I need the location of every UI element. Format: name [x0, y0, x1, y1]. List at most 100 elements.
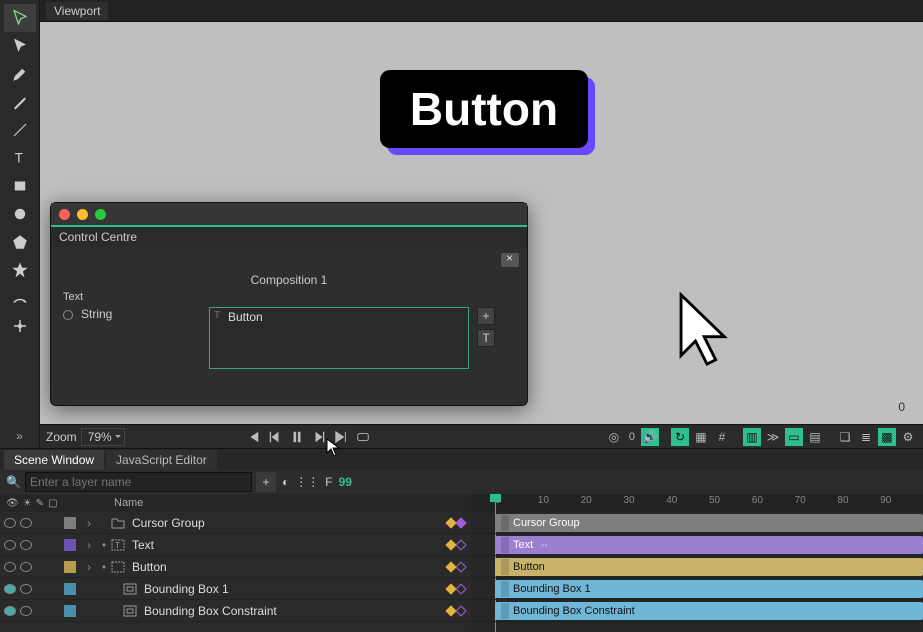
timeline-track[interactable]: Cursor Group	[471, 512, 923, 534]
visibility-toggle[interactable]	[4, 562, 16, 572]
string-input[interactable]: T Button	[209, 307, 469, 369]
color-swatch[interactable]	[64, 517, 76, 529]
text-tool[interactable]: T	[4, 144, 36, 172]
go-start-button[interactable]	[244, 428, 262, 446]
timeline-track[interactable]: Text◦◦	[471, 534, 923, 556]
visibility-toggle[interactable]	[4, 584, 16, 594]
layer-name: Button	[132, 560, 423, 574]
zoom-value[interactable]: 79%	[81, 428, 125, 446]
lock-header-icon[interactable]: ✎	[36, 498, 44, 509]
keyframe-indicators[interactable]	[423, 519, 471, 527]
ellipse-tool[interactable]	[4, 200, 36, 228]
star-tool[interactable]	[4, 256, 36, 284]
color-swatch[interactable]	[64, 561, 76, 573]
rect-icon	[110, 560, 126, 574]
line-tool[interactable]	[4, 116, 36, 144]
timeline-clip[interactable]: Text◦◦	[495, 536, 923, 554]
zoom-control[interactable]: Zoom 79%	[46, 428, 125, 446]
timeline-ruler[interactable]: 0102030405060708090100	[471, 494, 923, 512]
text-options-button[interactable]: T	[477, 329, 495, 347]
timeline-clip[interactable]: Bounding Box Constraint	[495, 602, 923, 620]
outliner-header: 🔍 + ◐ ⋮⋮ F 99	[0, 470, 923, 494]
color-swatch[interactable]	[64, 583, 76, 595]
tab-javascript-editor[interactable]: JavaScript Editor	[106, 450, 217, 470]
keyframe-indicators[interactable]	[423, 585, 471, 593]
layer-row[interactable]: Bounding Box Constraint	[0, 600, 471, 622]
window-minimize[interactable]	[77, 209, 88, 220]
expand-toggle[interactable]: ›	[80, 560, 98, 574]
rectangle-tool[interactable]	[4, 172, 36, 200]
tool-overflow[interactable]: »	[16, 424, 23, 448]
expand-toggle[interactable]: ›	[80, 538, 98, 552]
clear-icon[interactable]	[501, 253, 519, 267]
keyframe-indicators[interactable]	[423, 607, 471, 615]
layer-row[interactable]: Bounding Box 1	[0, 578, 471, 600]
timeline-track[interactable]: Bounding Box 1	[471, 578, 923, 600]
loop-button[interactable]	[354, 428, 372, 446]
matte-header-icon[interactable]: ▢	[48, 498, 57, 509]
checker-icon[interactable]: ▩	[878, 428, 896, 446]
arc-tool[interactable]	[4, 284, 36, 312]
solo-toggle[interactable]	[20, 562, 32, 572]
step-back-button[interactable]	[266, 428, 284, 446]
audio-icon[interactable]: 🔊	[641, 428, 659, 446]
add-layer-button[interactable]: +	[256, 472, 276, 492]
string-radio[interactable]	[63, 310, 73, 320]
refresh-icon[interactable]: ↻	[671, 428, 689, 446]
guides-icon[interactable]: ▤	[806, 428, 824, 446]
polygon-tool[interactable]	[4, 228, 36, 256]
solo-header-icon[interactable]: ☀	[23, 498, 32, 509]
keyframe-dot[interactable]: •	[98, 538, 110, 552]
solo-toggle[interactable]	[20, 606, 32, 616]
pen-tool[interactable]	[4, 60, 36, 88]
tab-scene-window[interactable]: Scene Window	[4, 450, 104, 470]
gear-icon[interactable]: ⚙	[899, 428, 917, 446]
safe-zone-icon[interactable]: ▭	[785, 428, 803, 446]
control-centre-title: Control Centre	[51, 225, 527, 247]
solo-toggle[interactable]	[20, 584, 32, 594]
timeline-track[interactable]: Button	[471, 556, 923, 578]
visibility-toggle[interactable]	[4, 518, 16, 528]
select-tool[interactable]	[4, 4, 36, 32]
timeline-track[interactable]: Bounding Box Constraint	[471, 600, 923, 622]
grid-icon[interactable]: ▦	[692, 428, 710, 446]
filter-icon[interactable]: ⋮⋮	[295, 475, 319, 489]
frame-value[interactable]: 99	[339, 475, 352, 489]
solo-toggle[interactable]	[20, 518, 32, 528]
overlap-icon[interactable]: ❏	[836, 428, 854, 446]
pause-button[interactable]	[288, 428, 306, 446]
globe-icon[interactable]: ◐	[282, 475, 289, 489]
brush-tool[interactable]	[4, 88, 36, 116]
timeline-clip[interactable]: Button	[495, 558, 923, 576]
color-swatch[interactable]	[64, 539, 76, 551]
timeline-clip[interactable]: Bounding Box 1	[495, 580, 923, 598]
visibility-toggle[interactable]	[4, 540, 16, 550]
window-close[interactable]	[59, 209, 70, 220]
control-centre-window[interactable]: Control Centre Composition 1 Text String…	[50, 202, 528, 406]
solo-toggle[interactable]	[20, 540, 32, 550]
viewport-tab[interactable]: Viewport	[46, 2, 108, 20]
search-input[interactable]	[25, 472, 252, 492]
keyframe-indicators[interactable]	[423, 541, 471, 549]
visibility-header-icon[interactable]: 👁	[6, 498, 19, 509]
visibility-toggle[interactable]	[4, 606, 16, 616]
snap-icon[interactable]: #	[713, 428, 731, 446]
toggle-a-icon[interactable]: ◎	[605, 428, 623, 446]
motion-blur-icon[interactable]: ≫	[764, 428, 782, 446]
timeline-clip[interactable]: Cursor Group	[495, 514, 923, 532]
add-line-button[interactable]: +	[477, 307, 495, 325]
layer-row[interactable]: ›•TText	[0, 534, 471, 556]
expand-toggle[interactable]: ›	[80, 516, 98, 530]
window-zoom[interactable]	[95, 209, 106, 220]
layer-row[interactable]: ›• Button	[0, 556, 471, 578]
keyframe-indicators[interactable]	[423, 563, 471, 571]
color-swatch[interactable]	[64, 605, 76, 617]
keyframe-dot[interactable]: •	[98, 560, 110, 574]
layer-row[interactable]: ›Cursor Group	[0, 512, 471, 534]
move-tool[interactable]	[4, 32, 36, 60]
layers-icon[interactable]: ≣	[857, 428, 875, 446]
timeline[interactable]: 0102030405060708090100 Cursor Group Text◦…	[471, 494, 923, 632]
canvas[interactable]: Button 0 Control Centre Composition 1	[40, 22, 923, 424]
layout1-icon[interactable]: ▥	[743, 428, 761, 446]
null-tool[interactable]	[4, 312, 36, 340]
